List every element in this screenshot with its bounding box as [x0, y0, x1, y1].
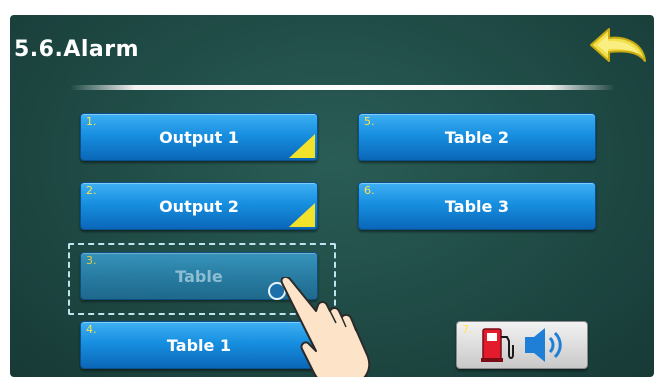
output-2-button[interactable]: 2. Output 2 — [80, 182, 318, 230]
button-number: 2. — [86, 184, 97, 197]
back-arrow-icon[interactable] — [585, 23, 649, 75]
pointing-hand-icon — [280, 277, 371, 377]
button-number: 1. — [86, 115, 97, 128]
speaker-icon — [525, 328, 562, 362]
fuel-pump-icon — [481, 328, 514, 362]
button-label: Output 2 — [159, 197, 239, 216]
button-label: Output 1 — [159, 128, 239, 147]
title-divider — [70, 85, 615, 90]
button-number: 6. — [364, 184, 375, 197]
table-2-button[interactable]: 5. Table 2 — [358, 113, 596, 161]
alarm-screen: 5.6.Alarm 1. Output 1 5. Table 2 2. Outp… — [10, 15, 654, 377]
button-number: 4. — [86, 323, 97, 336]
button-label: Table 3 — [444, 197, 510, 216]
button-number: 3. — [86, 254, 97, 267]
button-number: 5. — [364, 115, 375, 128]
button-label: Table 2 — [444, 128, 510, 147]
page-title: 5.6.Alarm — [14, 37, 140, 62]
table-3-button[interactable]: 6. Table 3 — [358, 182, 596, 230]
button-number: 7. — [462, 323, 473, 336]
output-1-button[interactable]: 1. Output 1 — [80, 113, 318, 161]
alarm-sound-button[interactable]: 7. — [456, 321, 588, 369]
